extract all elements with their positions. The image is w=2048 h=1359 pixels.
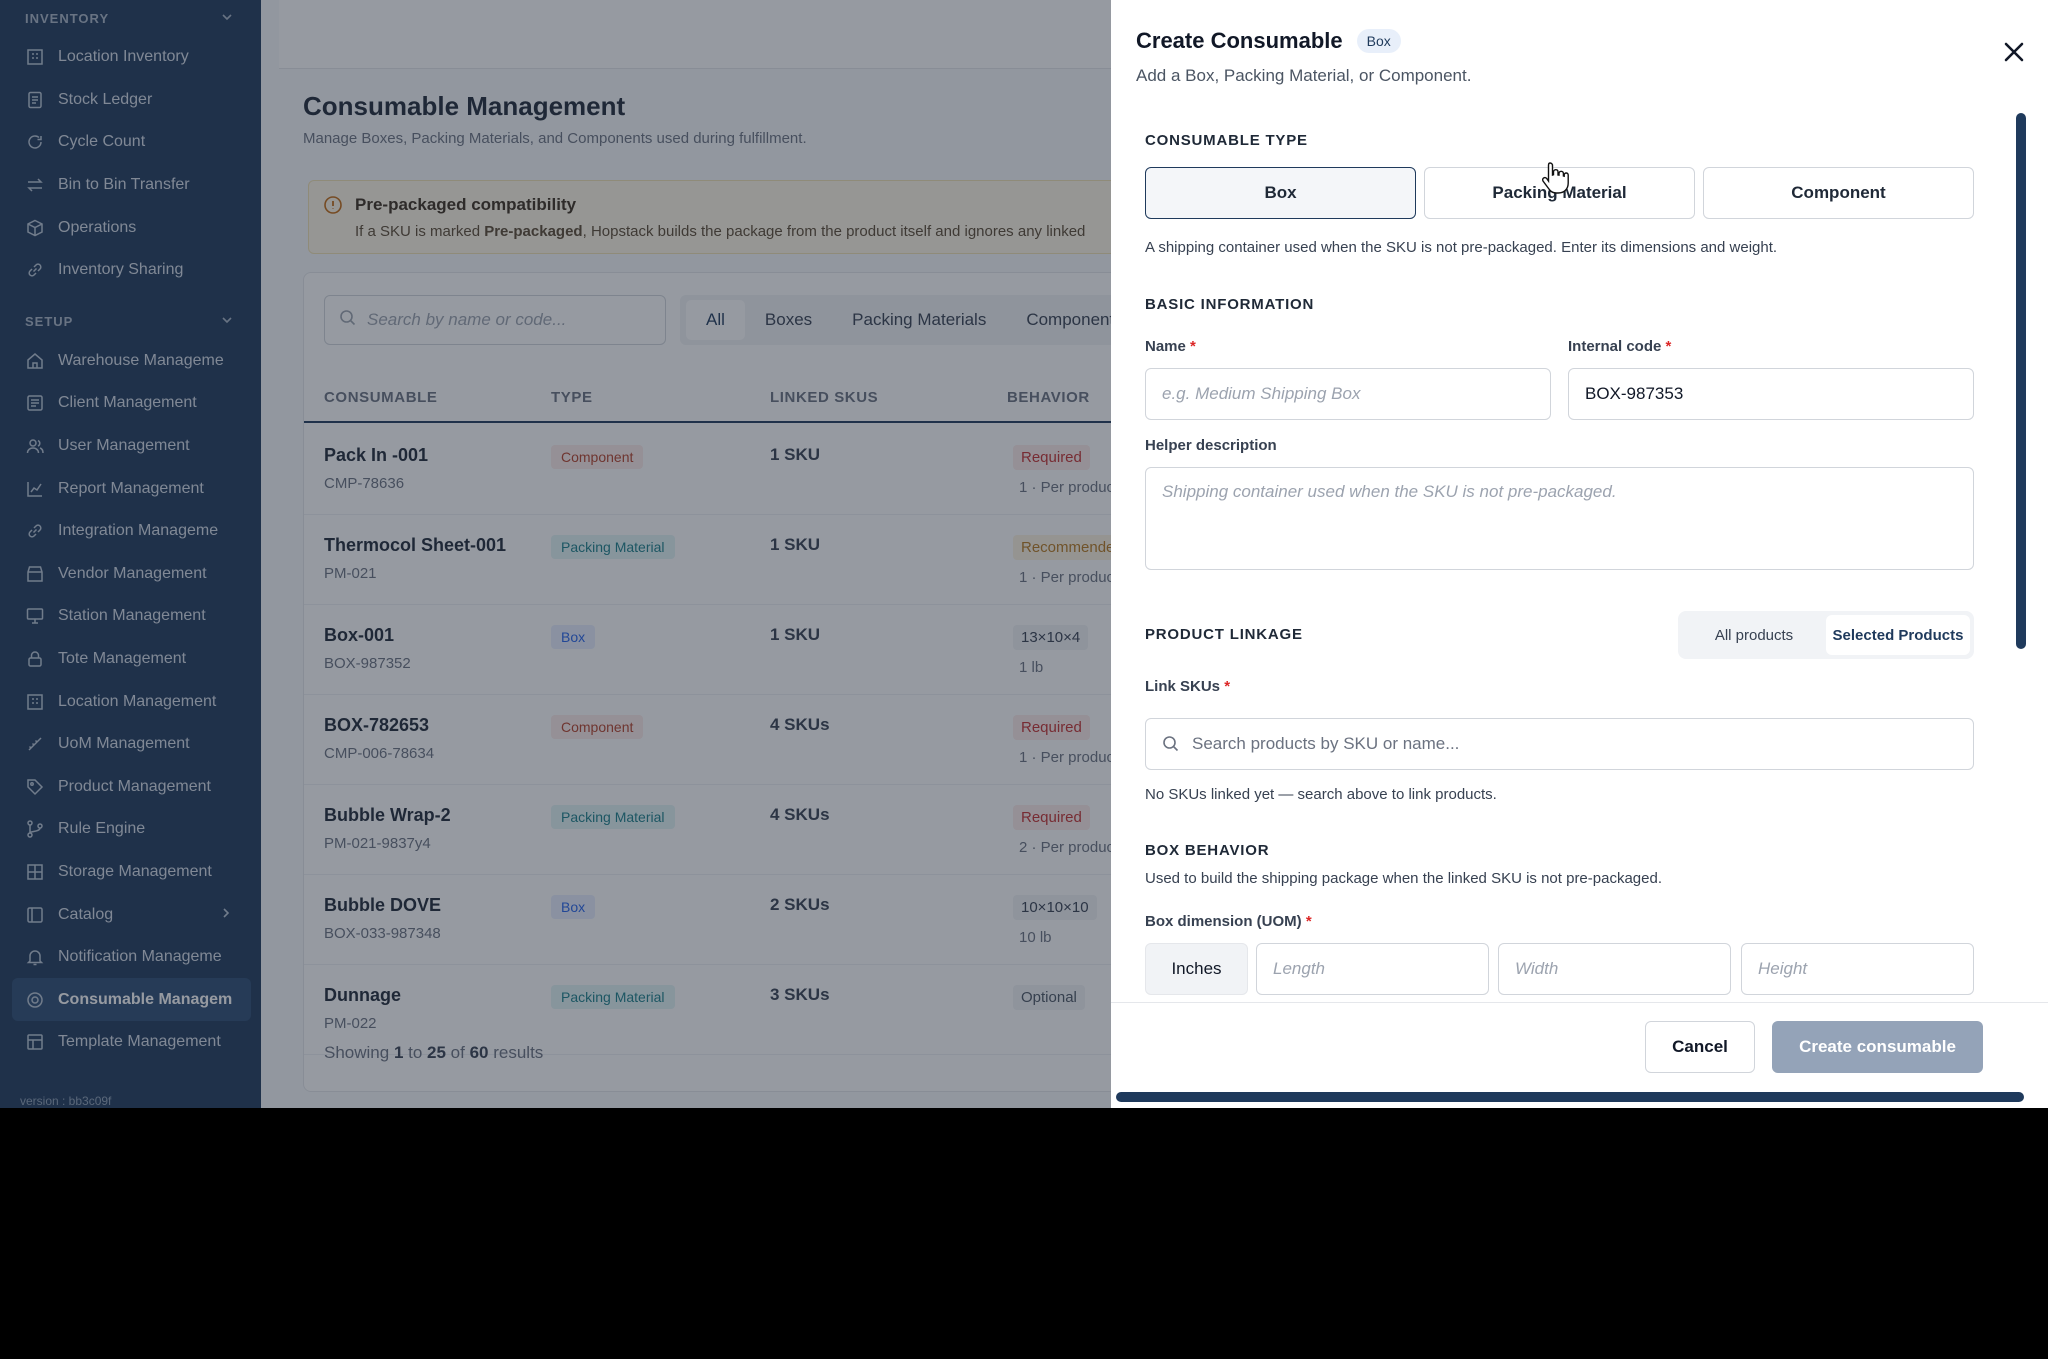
width-input[interactable]: Width bbox=[1498, 943, 1731, 995]
name-input[interactable]: e.g. Medium Shipping Box bbox=[1145, 368, 1551, 420]
basic-info-heading: BASIC INFORMATION bbox=[1145, 296, 1315, 313]
helper-description-textarea[interactable]: Shipping container used when the SKU is … bbox=[1145, 467, 1974, 570]
create-consumable-button[interactable]: Create consumable bbox=[1772, 1021, 1983, 1073]
app-window: INVENTORY Location Inventory Stock Ledger… bbox=[0, 0, 2048, 1108]
drawer-horizontal-scrollbar[interactable] bbox=[1116, 1092, 2024, 1102]
create-consumable-drawer: Create Consumable Box Add a Box, Packing… bbox=[1111, 0, 2048, 1108]
uom-selector[interactable]: Inches bbox=[1145, 943, 1248, 995]
helper-placeholder: Shipping container used when the SKU is … bbox=[1162, 482, 1617, 501]
required-mark: * bbox=[1224, 678, 1231, 695]
type-option-component[interactable]: Component bbox=[1703, 167, 1974, 219]
close-icon[interactable] bbox=[2000, 38, 2028, 66]
drawer-scrollbar[interactable] bbox=[2016, 113, 2026, 649]
link-skus-empty-text: No SKUs linked yet — search above to lin… bbox=[1145, 786, 1497, 803]
consumable-type-heading: CONSUMABLE TYPE bbox=[1145, 132, 1308, 149]
name-label-text: Name bbox=[1145, 338, 1186, 355]
hand-cursor-icon bbox=[1540, 160, 1570, 196]
drawer-footer: Cancel Create consumable bbox=[1111, 1002, 2048, 1098]
height-placeholder: Height bbox=[1758, 959, 1808, 978]
internal-code-label: Internal code * bbox=[1568, 338, 1671, 355]
drawer-title-row: Create Consumable Box bbox=[1136, 28, 1401, 54]
linkage-option-all-products[interactable]: All products bbox=[1682, 615, 1826, 655]
type-hint: A shipping container used when the SKU i… bbox=[1145, 239, 1778, 256]
modal-backdrop[interactable] bbox=[0, 0, 1111, 1108]
internal-code-input[interactable]: BOX-987353 bbox=[1568, 368, 1974, 420]
drawer-body: CONSUMABLE TYPE Box Packing Material Com… bbox=[1111, 110, 2036, 1000]
internal-code-label-text: Internal code bbox=[1568, 338, 1662, 355]
length-placeholder: Length bbox=[1273, 959, 1325, 978]
internal-code-value: BOX-987353 bbox=[1585, 384, 1684, 403]
link-skus-placeholder: Search products by SKU or name... bbox=[1192, 734, 1460, 753]
required-mark: * bbox=[1305, 913, 1312, 930]
box-dimension-label: Box dimension (UOM) * bbox=[1145, 913, 1312, 930]
name-label: Name * bbox=[1145, 338, 1196, 355]
link-skus-label: Link SKUs * bbox=[1145, 678, 1230, 695]
cancel-button[interactable]: Cancel bbox=[1645, 1021, 1755, 1073]
required-mark: * bbox=[1665, 338, 1672, 355]
length-input[interactable]: Length bbox=[1256, 943, 1489, 995]
box-behavior-heading: BOX BEHAVIOR bbox=[1145, 842, 1270, 859]
link-skus-search-input[interactable]: Search products by SKU or name... bbox=[1145, 718, 1974, 770]
helper-description-label: Helper description bbox=[1145, 437, 1277, 454]
drawer-title: Create Consumable bbox=[1136, 28, 1343, 53]
required-mark: * bbox=[1190, 338, 1196, 355]
box-behavior-hint: Used to build the shipping package when … bbox=[1145, 870, 1662, 887]
product-linkage-heading: PRODUCT LINKAGE bbox=[1145, 626, 1303, 643]
box-dimension-label-text: Box dimension (UOM) bbox=[1145, 913, 1302, 930]
width-placeholder: Width bbox=[1515, 959, 1559, 978]
linkage-option-selected-products[interactable]: Selected Products bbox=[1826, 615, 1970, 655]
type-option-box[interactable]: Box bbox=[1145, 167, 1416, 219]
drawer-subtitle: Add a Box, Packing Material, or Componen… bbox=[1136, 66, 1472, 85]
linkage-toggle: All products Selected Products bbox=[1678, 611, 1974, 659]
search-icon bbox=[1162, 735, 1180, 753]
height-input[interactable]: Height bbox=[1741, 943, 1974, 995]
type-badge: Box bbox=[1356, 29, 1401, 53]
name-placeholder: e.g. Medium Shipping Box bbox=[1162, 384, 1361, 403]
link-skus-label-text: Link SKUs bbox=[1145, 678, 1221, 695]
